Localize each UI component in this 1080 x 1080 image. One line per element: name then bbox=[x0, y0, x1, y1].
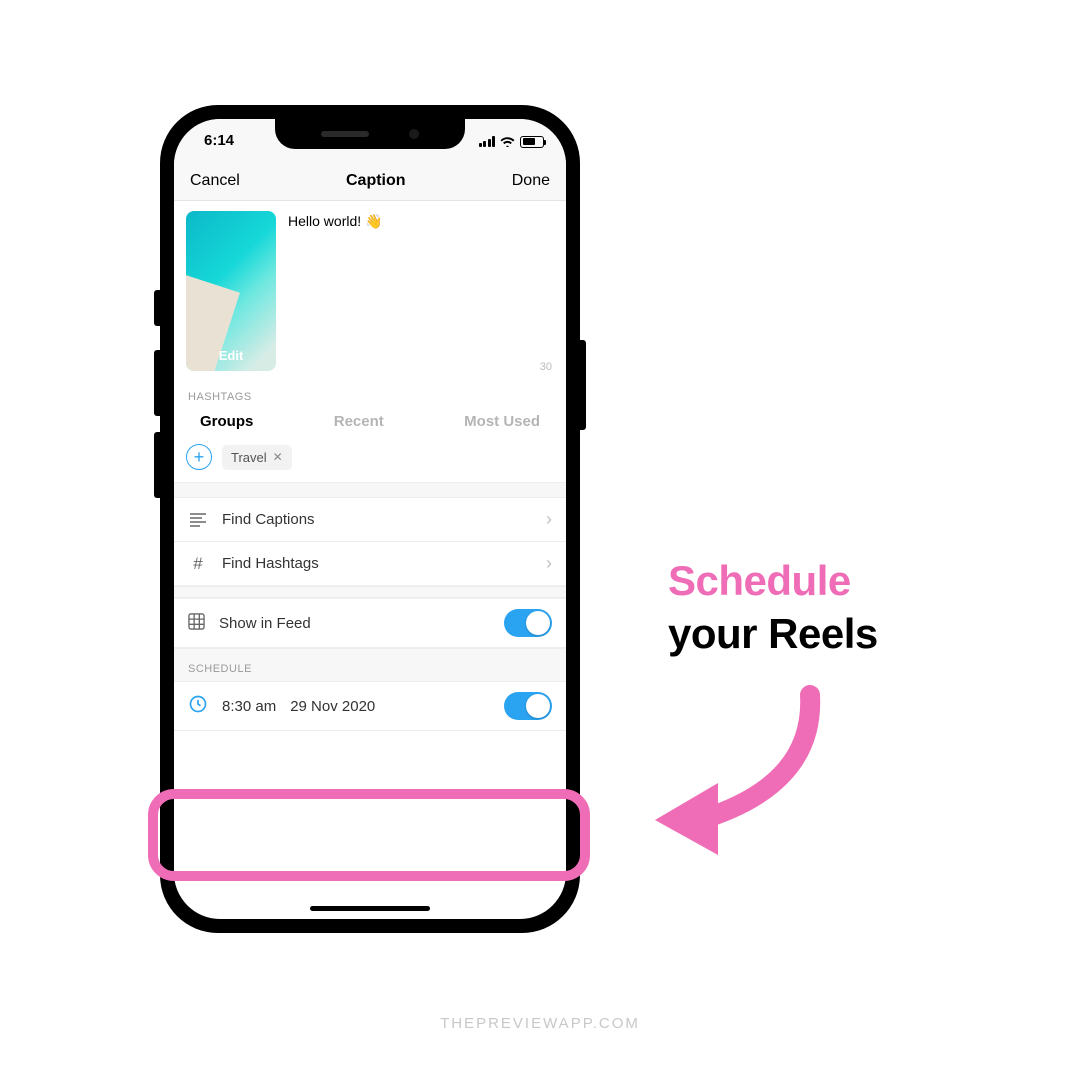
pill-label: Travel bbox=[231, 450, 267, 465]
battery-icon bbox=[520, 136, 544, 148]
caption-input[interactable]: Hello world! 👋 bbox=[288, 211, 382, 371]
chevron-right-icon: › bbox=[546, 509, 552, 530]
annotation-line1: Schedule bbox=[668, 555, 878, 608]
find-hashtags-row[interactable]: # Find Hashtags › bbox=[174, 542, 566, 586]
watermark: THEPREVIEWAPP.COM bbox=[0, 1015, 1080, 1032]
caption-area: Edit Hello world! 👋 30 bbox=[174, 201, 566, 377]
schedule-toggle[interactable] bbox=[504, 692, 552, 720]
hashtags-label: HASHTAGS bbox=[174, 377, 566, 409]
schedule-date: 29 Nov 2020 bbox=[290, 698, 375, 715]
cancel-button[interactable]: Cancel bbox=[190, 172, 240, 190]
hashtag-tabs: Groups Recent Most Used bbox=[174, 409, 566, 440]
show-in-feed-toggle[interactable] bbox=[504, 609, 552, 637]
clock-icon bbox=[188, 694, 208, 718]
annotation-line2: your Reels bbox=[668, 608, 878, 661]
show-in-feed-row: Show in Feed bbox=[174, 598, 566, 648]
tab-most-used[interactable]: Most Used bbox=[464, 413, 540, 430]
find-captions-label: Find Captions bbox=[222, 511, 315, 528]
notch bbox=[275, 119, 465, 149]
nav-header: Cancel Caption Done bbox=[174, 161, 566, 201]
tab-recent[interactable]: Recent bbox=[334, 413, 384, 430]
media-thumbnail[interactable]: Edit bbox=[186, 211, 276, 371]
schedule-time: 8:30 am bbox=[222, 698, 276, 715]
find-captions-row[interactable]: Find Captions › bbox=[174, 498, 566, 542]
edit-button[interactable]: Edit bbox=[186, 348, 276, 363]
schedule-label: SCHEDULE bbox=[174, 648, 566, 681]
add-group-button[interactable]: + bbox=[186, 444, 212, 470]
remove-pill-icon[interactable]: ✕ bbox=[273, 450, 283, 464]
lines-icon bbox=[188, 513, 208, 527]
signal-icon bbox=[479, 136, 496, 147]
home-indicator bbox=[310, 906, 430, 911]
status-time: 6:14 bbox=[204, 132, 234, 149]
chevron-right-icon: › bbox=[546, 553, 552, 574]
show-in-feed-label: Show in Feed bbox=[219, 615, 311, 632]
arrow-icon bbox=[620, 665, 860, 865]
char-count: 30 bbox=[540, 361, 552, 373]
page-title: Caption bbox=[346, 172, 406, 190]
wifi-icon bbox=[500, 136, 515, 147]
tab-groups[interactable]: Groups bbox=[200, 413, 253, 430]
hashtag-groups-row: + Travel ✕ bbox=[174, 440, 566, 482]
grid-icon bbox=[188, 613, 205, 634]
find-hashtags-label: Find Hashtags bbox=[222, 555, 319, 572]
hashtag-icon: # bbox=[188, 554, 208, 574]
done-button[interactable]: Done bbox=[512, 172, 550, 190]
hashtag-group-pill[interactable]: Travel ✕ bbox=[222, 445, 292, 470]
highlight-box bbox=[148, 789, 590, 881]
schedule-row[interactable]: 8:30 am 29 Nov 2020 bbox=[174, 681, 566, 731]
annotation-text: Schedule your Reels bbox=[668, 555, 878, 660]
